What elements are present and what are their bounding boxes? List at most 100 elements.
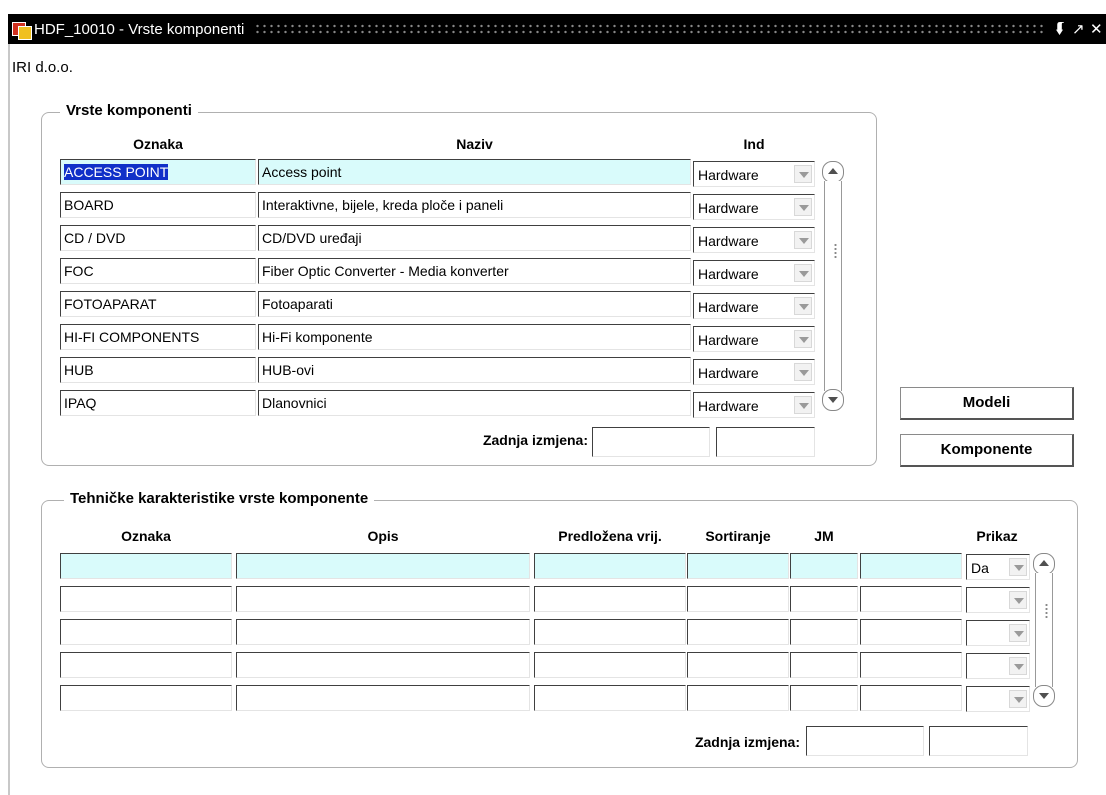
scroll-grip-icon[interactable] [834, 243, 837, 259]
oznaka-field[interactable]: BOARD [60, 192, 256, 218]
naziv-field[interactable]: Hi-Fi komponente [258, 324, 691, 350]
ind-select[interactable]: Hardware [693, 293, 815, 319]
prikaz-value: Da [971, 560, 989, 576]
oznaka-field[interactable]: IPAQ [60, 390, 256, 416]
tech-opis-field[interactable] [236, 586, 530, 612]
close-icon[interactable]: ✕ [1090, 20, 1103, 38]
ind-select[interactable]: Hardware [693, 359, 815, 385]
ind-select[interactable]: Hardware [693, 227, 815, 253]
chevron-down-icon[interactable] [794, 231, 812, 249]
minimize-icon[interactable]: ⮮ [1054, 20, 1066, 38]
tech-extra-field[interactable] [860, 619, 962, 645]
scroll-up-icon[interactable] [822, 161, 844, 183]
tech-oznaka-field[interactable] [60, 685, 232, 711]
col-header-predlozena: Predložena vrij. [558, 528, 662, 544]
ind-select[interactable]: Hardware [693, 260, 815, 286]
prikaz-select[interactable] [966, 620, 1030, 646]
tech-sortiranje-field[interactable] [687, 652, 789, 678]
prikaz-select[interactable] [966, 653, 1030, 679]
scroll-grip-icon[interactable] [1045, 603, 1048, 619]
window-titlebar[interactable]: HDF_10010 - Vrste komponenti ⮮ ↗ ✕ [8, 14, 1106, 44]
tech-jm-field[interactable] [790, 685, 858, 711]
tech-predlozena-field[interactable] [534, 652, 686, 678]
tech-sortiranje-field[interactable] [687, 553, 789, 579]
tech-predlozena-field[interactable] [534, 619, 686, 645]
tech-extra-field[interactable] [860, 553, 962, 579]
oznaka-field[interactable]: FOTOAPARAT [60, 291, 256, 317]
naziv-field[interactable]: HUB-ovi [258, 357, 691, 383]
tech-opis-field[interactable] [236, 553, 530, 579]
vrste-zadnja-izmjena-field-2[interactable] [716, 427, 815, 457]
tech-jm-field[interactable] [790, 652, 858, 678]
prikaz-select[interactable]: Da [966, 554, 1030, 580]
col-header-ind: Ind [743, 136, 765, 152]
tehnicke-zadnja-izmjena-field-2[interactable] [929, 726, 1028, 756]
ind-select[interactable]: Hardware [693, 392, 815, 418]
tech-extra-field[interactable] [860, 652, 962, 678]
oznaka-value: ACCESS POINT [64, 164, 169, 180]
scroll-down-icon[interactable] [1033, 685, 1055, 707]
chevron-down-icon[interactable] [794, 363, 812, 381]
tech-sortiranje-field[interactable] [687, 619, 789, 645]
tech-opis-field[interactable] [236, 619, 530, 645]
oznaka-field[interactable]: HUB [60, 357, 256, 383]
oznaka-field[interactable]: CD / DVD [60, 225, 256, 251]
tech-predlozena-field[interactable] [534, 685, 686, 711]
scroll-up-icon[interactable] [1033, 553, 1055, 575]
ind-select[interactable]: Hardware [693, 326, 815, 352]
tech-predlozena-field[interactable] [534, 586, 686, 612]
ind-value: Hardware [698, 266, 759, 282]
tehnicke-zadnja-izmjena-field-1[interactable] [806, 726, 924, 756]
tech-oznaka-field[interactable] [60, 652, 232, 678]
scroll-track[interactable] [1035, 573, 1053, 687]
vrste-scrollbar[interactable] [822, 161, 844, 411]
ind-select[interactable]: Hardware [693, 194, 815, 220]
komponente-button[interactable]: Komponente [900, 434, 1074, 467]
chevron-down-icon[interactable] [794, 198, 812, 216]
tech-extra-field[interactable] [860, 586, 962, 612]
oznaka-field[interactable]: FOC [60, 258, 256, 284]
oznaka-field[interactable]: HI-FI COMPONENTS [60, 324, 256, 350]
prikaz-select[interactable] [966, 587, 1030, 613]
tech-jm-field[interactable] [790, 553, 858, 579]
chevron-down-icon[interactable] [794, 396, 812, 414]
chevron-down-icon[interactable] [794, 264, 812, 282]
vrste-zadnja-izmjena-field-1[interactable] [592, 427, 710, 457]
tech-sortiranje-field[interactable] [687, 685, 789, 711]
naziv-field[interactable]: Interaktivne, bijele, kreda ploče i pane… [258, 192, 691, 218]
tech-predlozena-field[interactable] [534, 553, 686, 579]
chevron-down-icon[interactable] [1009, 558, 1027, 576]
modeli-button[interactable]: Modeli [900, 387, 1074, 420]
oznaka-value: IPAQ [64, 395, 97, 411]
chevron-down-icon[interactable] [794, 330, 812, 348]
naziv-field[interactable]: Dlanovnici [258, 390, 691, 416]
scroll-track[interactable] [824, 181, 842, 391]
tehnicke-scrollbar[interactable] [1033, 553, 1055, 707]
tech-opis-field[interactable] [236, 652, 530, 678]
chevron-down-icon[interactable] [794, 297, 812, 315]
naziv-field[interactable]: Fiber Optic Converter - Media konverter [258, 258, 691, 284]
scroll-down-icon[interactable] [822, 389, 844, 411]
tech-sortiranje-field[interactable] [687, 586, 789, 612]
tech-oznaka-field[interactable] [60, 619, 232, 645]
chevron-down-icon[interactable] [1009, 624, 1027, 642]
tech-opis-field[interactable] [236, 685, 530, 711]
oznaka-field[interactable]: ACCESS POINT [60, 159, 256, 185]
tech-oznaka-field[interactable] [60, 586, 232, 612]
window-border [8, 44, 10, 795]
naziv-field[interactable]: Fotoaparati [258, 291, 691, 317]
col-header-oznaka: Oznaka [133, 136, 183, 152]
tech-jm-field[interactable] [790, 586, 858, 612]
chevron-down-icon[interactable] [1009, 690, 1027, 708]
prikaz-select[interactable] [966, 686, 1030, 712]
tech-oznaka-field[interactable] [60, 553, 232, 579]
naziv-field[interactable]: Access point [258, 159, 691, 185]
chevron-down-icon[interactable] [1009, 657, 1027, 675]
naziv-field[interactable]: CD/DVD uređaji [258, 225, 691, 251]
ind-select[interactable]: Hardware [693, 161, 815, 187]
tech-extra-field[interactable] [860, 685, 962, 711]
chevron-down-icon[interactable] [1009, 591, 1027, 609]
maximize-icon[interactable]: ↗ [1072, 20, 1085, 38]
tech-jm-field[interactable] [790, 619, 858, 645]
chevron-down-icon[interactable] [794, 165, 812, 183]
